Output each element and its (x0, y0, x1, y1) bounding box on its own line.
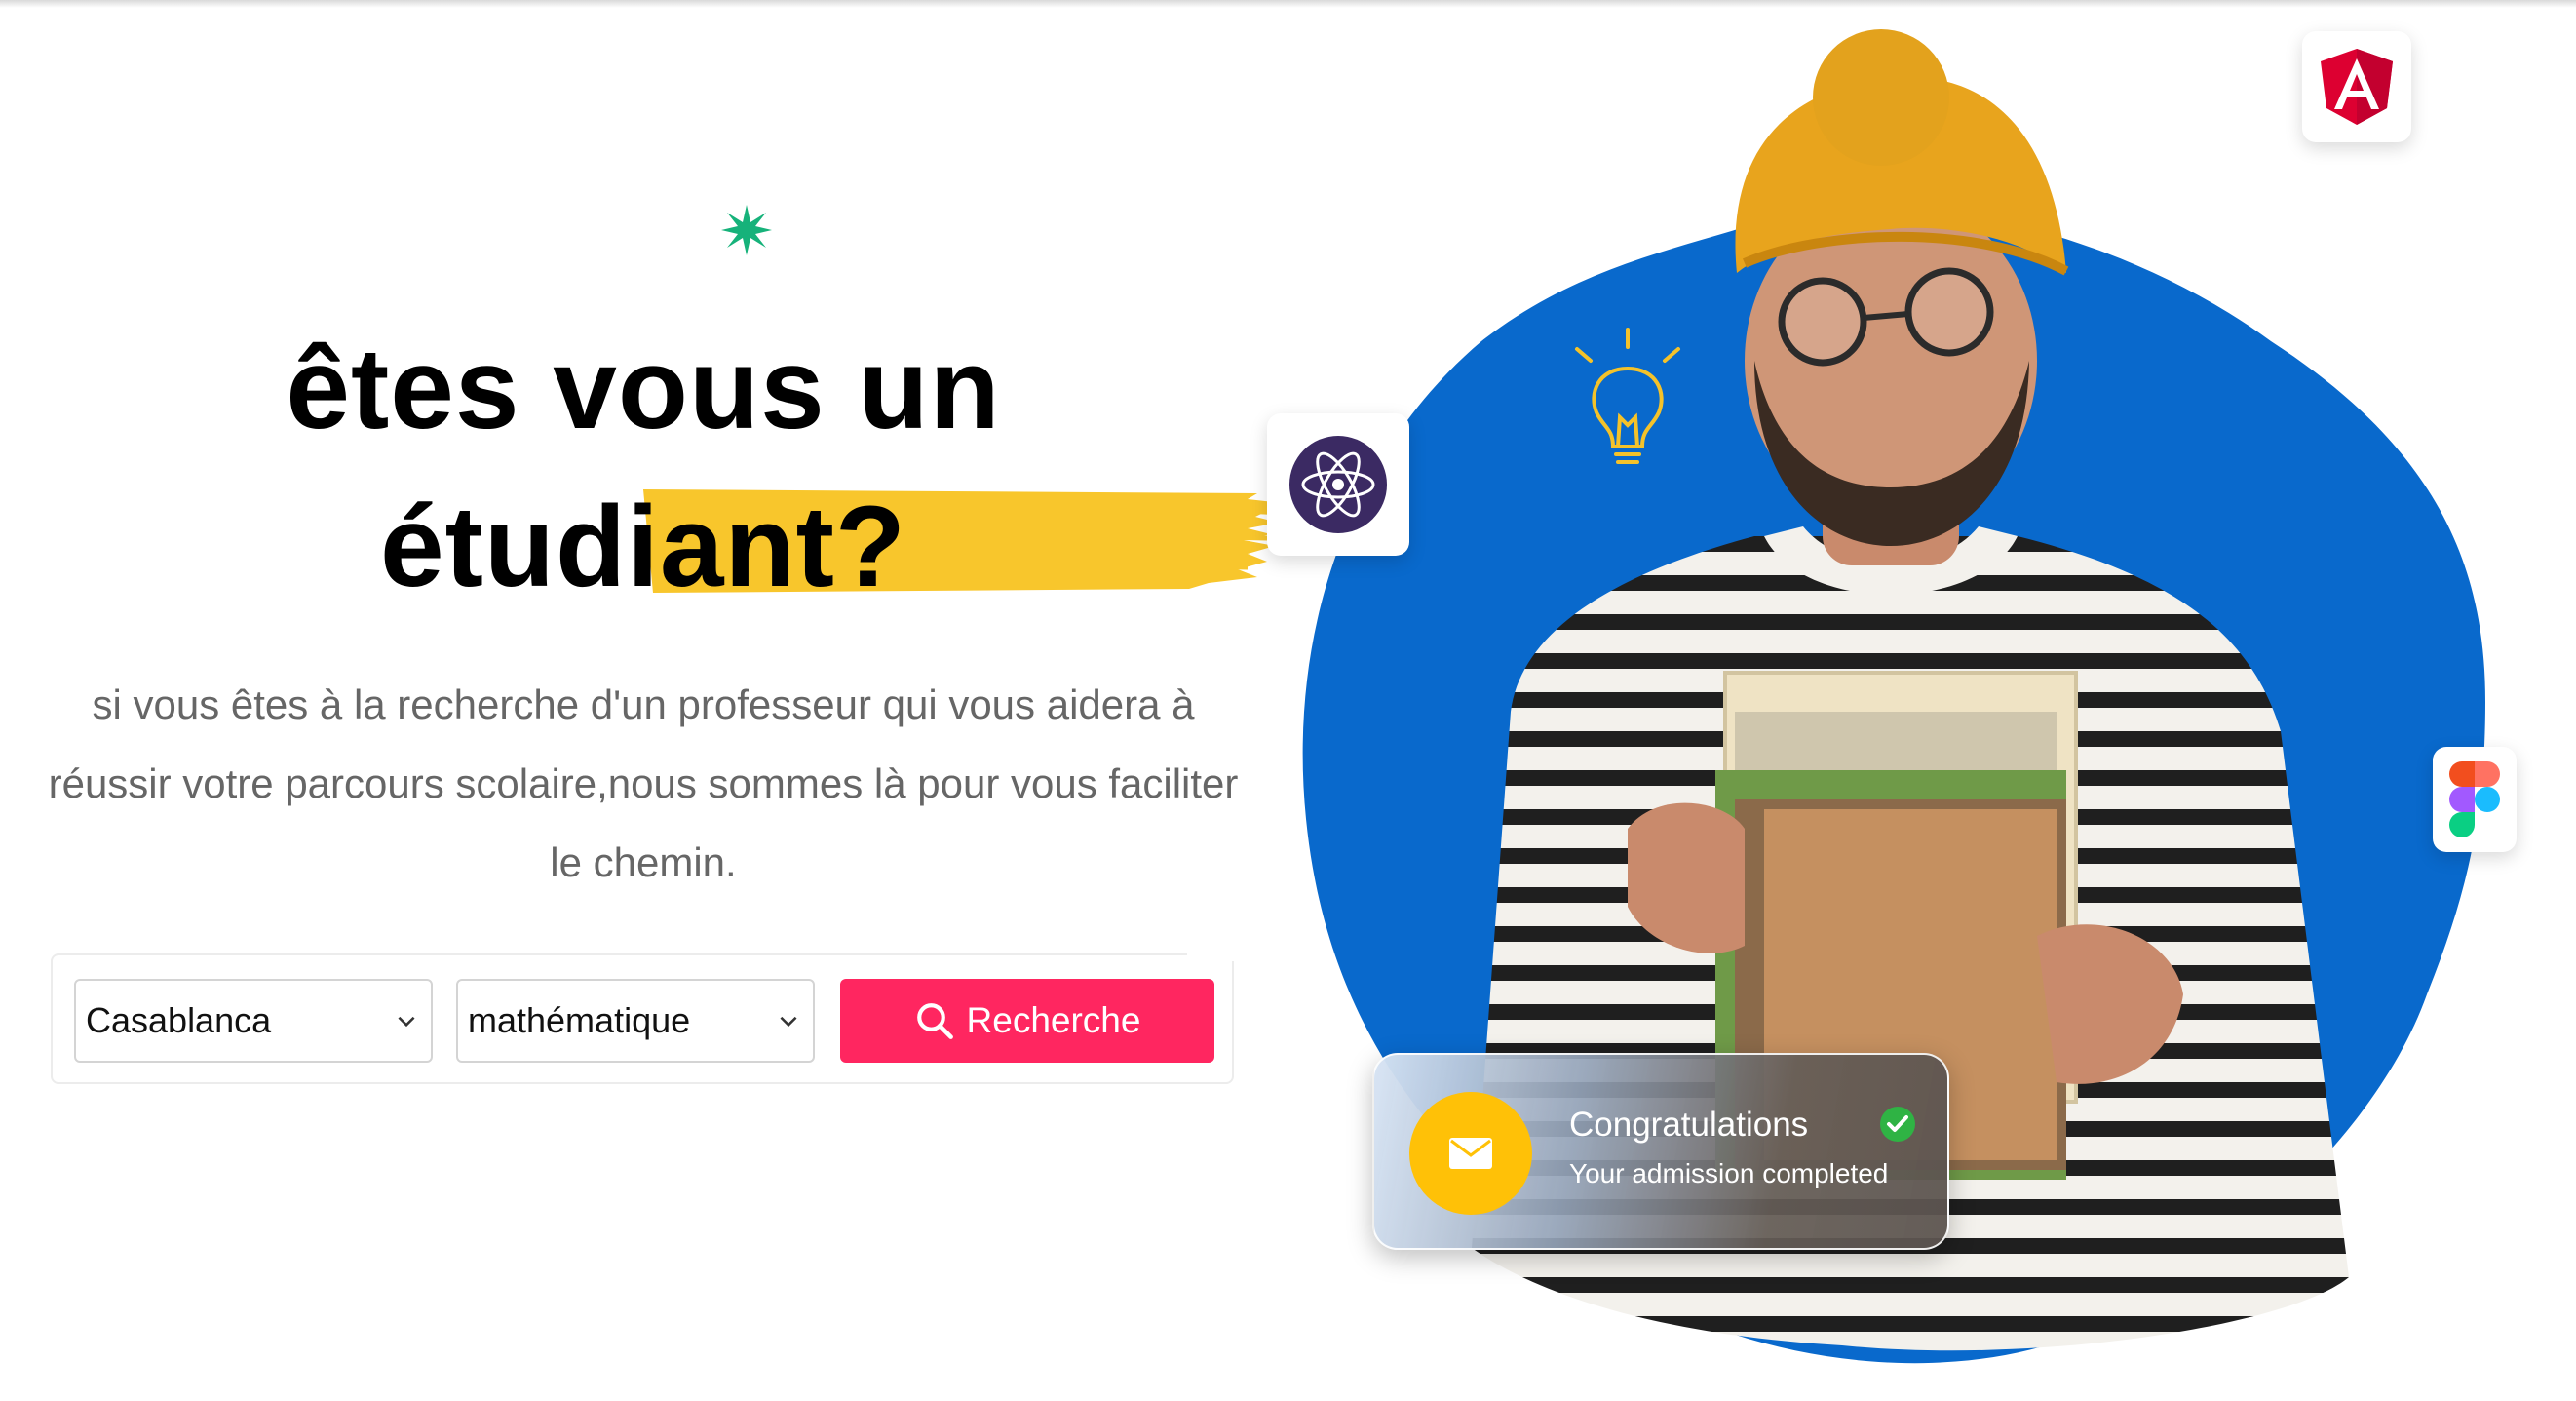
angular-badge (2302, 31, 2411, 142)
chevron-down-icon (780, 1016, 797, 1028)
chevron-down-icon (398, 1016, 415, 1028)
top-shadow (0, 0, 2576, 8)
check-circle-icon (1880, 1107, 1915, 1142)
hero-title-plain: étud (380, 483, 628, 611)
lightbulb-icon (1575, 328, 1680, 464)
search-panel: Casablanca mathématique Recherche (51, 952, 1236, 1084)
sparkle-icon (721, 205, 772, 255)
hero-title-line2: étudiant? (58, 468, 1228, 626)
city-select-value: Casablanca (86, 1000, 272, 1040)
react-badge (1267, 413, 1409, 556)
search-button-label: Recherche (966, 1000, 1141, 1040)
congratulations-card: Congratulations Your admission completed (1372, 1053, 1949, 1250)
angular-logo-icon (2321, 49, 2393, 125)
figma-logo-icon (2449, 761, 2500, 837)
subject-select-value: mathématique (468, 1000, 691, 1040)
mail-icon (1449, 1138, 1492, 1169)
city-select[interactable]: Casablanca (74, 979, 433, 1063)
hero-title-highlight: iant? (627, 483, 906, 611)
hero-subtitle: si vous êtes à la recherche d'un profess… (48, 681, 1239, 885)
search-button[interactable]: Recherche (840, 979, 1214, 1063)
react-atom-icon (1289, 436, 1387, 533)
congrats-subtitle: Your admission completed (1569, 1158, 1889, 1188)
subject-select[interactable]: mathématique (456, 979, 815, 1063)
search-icon (916, 1003, 953, 1039)
hero-title: êtes vous un étudiant? (58, 310, 1228, 626)
congrats-title: Congratulations (1569, 1106, 1809, 1144)
hero-title-line1: êtes vous un (286, 325, 1001, 453)
mail-icon-circle (1409, 1092, 1532, 1215)
panel-edge-gap (1187, 952, 1236, 961)
figma-badge (2433, 747, 2517, 852)
